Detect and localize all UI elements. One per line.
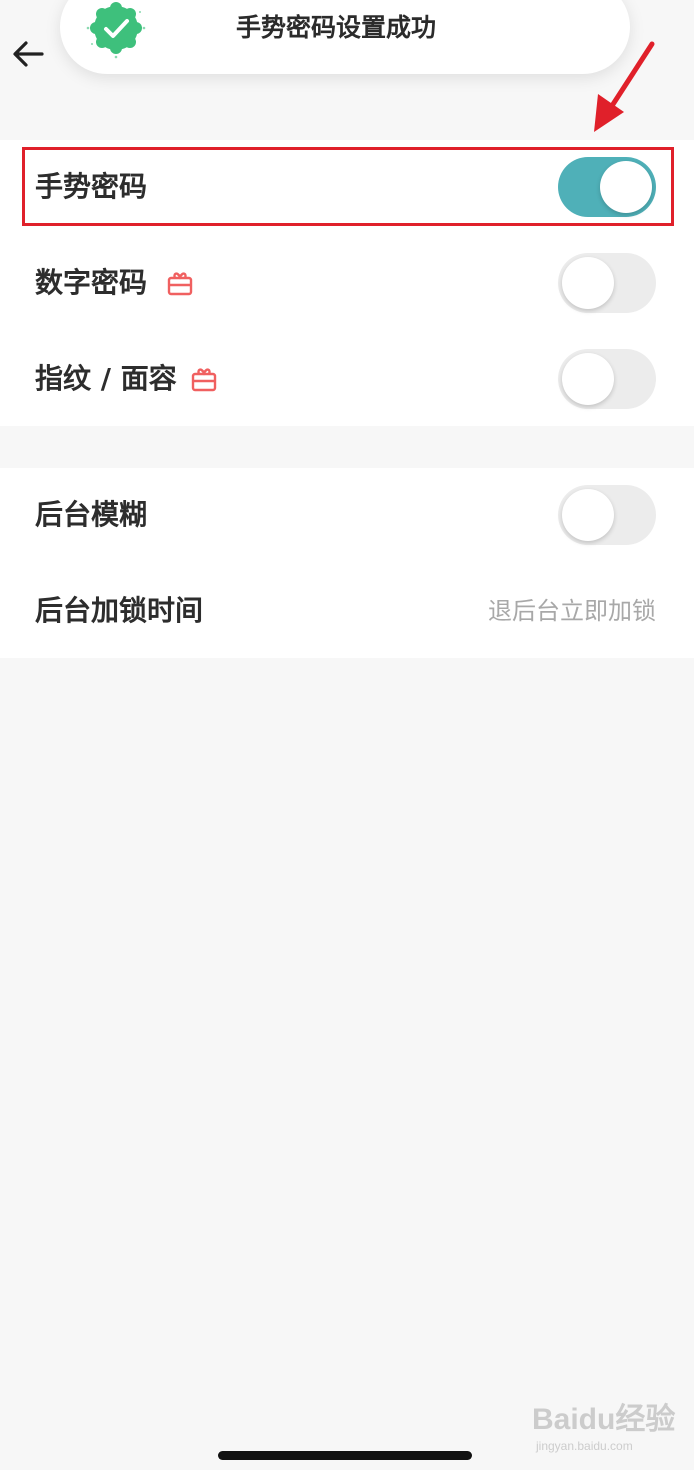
- watermark-main: Baidu经验: [532, 1403, 676, 1436]
- home-indicator[interactable]: [218, 1451, 472, 1460]
- watermark-sub: jingyan.baidu.com: [536, 1439, 633, 1453]
- toggle-knob: [600, 161, 652, 213]
- background-lock-time-value: 退后台立即加锁: [488, 597, 656, 625]
- arrow-left-icon: [13, 41, 44, 67]
- back-button[interactable]: [8, 34, 48, 74]
- background-blur-toggle[interactable]: [558, 485, 656, 545]
- digit-password-label: 数字密码: [35, 266, 148, 299]
- background-lock-time-label: 后台加锁时间: [35, 594, 204, 627]
- toggle-knob: [562, 353, 614, 405]
- background-settings-section: 后台模糊 后台加锁时间 退后台立即加锁: [0, 468, 694, 658]
- success-toast: 手势密码设置成功: [60, 0, 630, 74]
- security-settings-section: 手势密码 数字密码 指纹 / 面容: [0, 140, 694, 426]
- check-badge-icon: [86, 2, 146, 59]
- digit-password-toggle[interactable]: [558, 253, 656, 313]
- toggle-knob: [562, 257, 614, 309]
- gift-icon: [191, 368, 217, 392]
- gift-icon: [167, 272, 193, 296]
- gesture-password-row: 手势密码: [0, 140, 694, 234]
- toggle-knob: [562, 489, 614, 541]
- gesture-password-toggle[interactable]: [558, 157, 656, 217]
- annotation-arrow-icon: [594, 41, 655, 132]
- background-blur-label: 后台模糊: [35, 498, 148, 531]
- digit-password-row: 数字密码: [0, 236, 694, 330]
- watermark: Baidu经验 jingyan.baidu.com: [532, 1400, 675, 1460]
- gesture-password-label: 手势密码: [35, 170, 148, 203]
- background-blur-row: 后台模糊: [0, 468, 694, 562]
- toast-message: 手势密码设置成功: [236, 13, 437, 42]
- fingerprint-face-toggle[interactable]: [558, 349, 656, 409]
- fingerprint-face-row: 指纹 / 面容: [0, 332, 694, 426]
- fingerprint-face-label: 指纹 / 面容: [35, 362, 177, 395]
- background-lock-time-row[interactable]: 后台加锁时间 退后台立即加锁: [0, 564, 694, 658]
